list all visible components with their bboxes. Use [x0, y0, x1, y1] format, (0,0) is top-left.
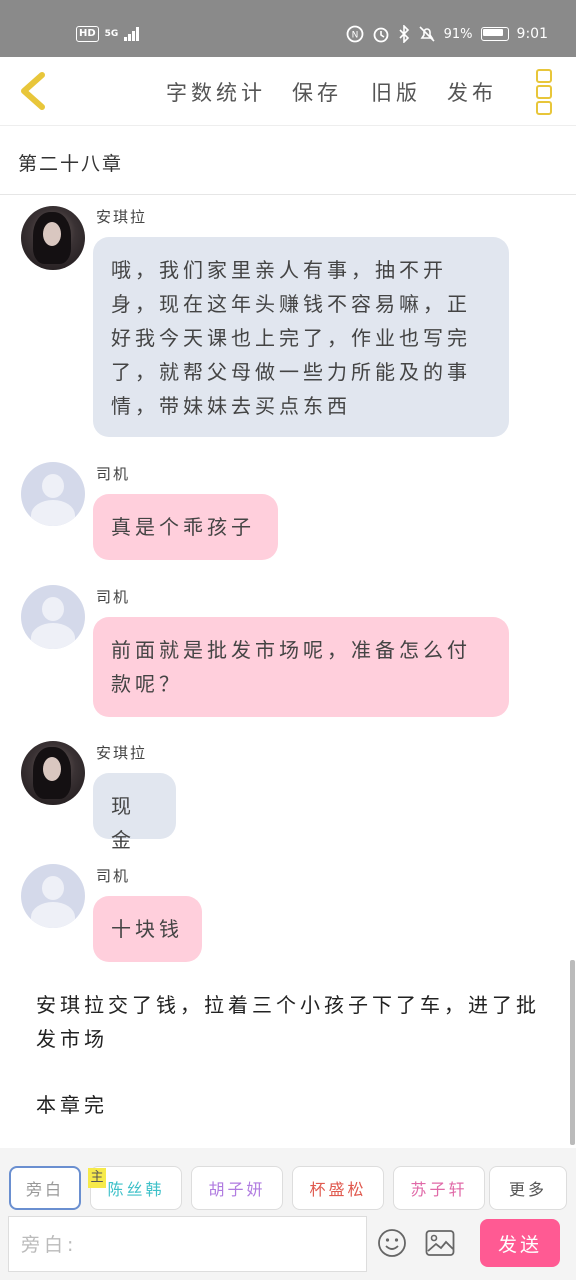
message-bubble[interactable]: 前面就是批发市场呢，准备怎么付款呢？: [93, 617, 509, 717]
emoji-icon[interactable]: [377, 1228, 407, 1258]
alarm-icon: [373, 27, 389, 43]
message-input-box[interactable]: [8, 1216, 380, 1273]
send-button[interactable]: 发送: [480, 1219, 560, 1267]
message-bubble[interactable]: 现金: [93, 773, 176, 852]
word-count-button[interactable]: 字数统计: [166, 77, 266, 107]
publish-button[interactable]: 发布: [447, 77, 497, 107]
save-button[interactable]: 保存: [292, 77, 342, 107]
mute-bell-icon: [419, 26, 435, 42]
character-chip-narrator[interactable]: 旁白: [9, 1166, 81, 1210]
network-indicator: 5G: [104, 29, 119, 39]
message-bubble[interactable]: 真是个乖孩子: [93, 494, 278, 560]
avatar[interactable]: [21, 864, 85, 928]
editor-toolbar: 字数统计 保存 旧版 发布: [0, 57, 576, 126]
narration-text[interactable]: 安琪拉交了钱，拉着三个小孩子下了车，进了批发市场: [36, 988, 556, 1056]
message-input[interactable]: [9, 1217, 380, 1273]
scrollbar[interactable]: [570, 960, 575, 1145]
nfc-icon: N: [346, 25, 364, 43]
hd-indicator: HD: [76, 26, 99, 42]
battery-icon: [480, 27, 509, 41]
more-characters-button[interactable]: 更多: [489, 1166, 567, 1210]
speaker-name: 司机: [96, 588, 131, 606]
avatar[interactable]: [21, 741, 85, 805]
speaker-name: 安琪拉: [96, 208, 148, 226]
avatar[interactable]: [21, 206, 85, 270]
battery-percent: 91%: [443, 26, 473, 42]
message-bubble[interactable]: 十块钱: [93, 896, 202, 962]
avatar[interactable]: [21, 462, 85, 526]
chapter-end-text[interactable]: 本章完: [36, 1088, 556, 1122]
back-arrow-icon[interactable]: [14, 69, 54, 113]
status-bar: HD 5G N 91% 9:01: [0, 0, 576, 57]
clock: 9:01: [516, 26, 548, 42]
main-character-badge: 主: [88, 1168, 106, 1188]
old-version-button[interactable]: 旧版: [371, 77, 421, 107]
speaker-name: 司机: [96, 867, 131, 885]
signal-icon: [124, 27, 140, 41]
chapter-header[interactable]: 第二十八章: [0, 126, 576, 195]
avatar[interactable]: [21, 585, 85, 649]
bluetooth-icon: [399, 25, 409, 43]
speaker-name: 安琪拉: [96, 744, 148, 762]
speaker-name: 司机: [96, 465, 131, 483]
chapter-title: 第二十八章: [18, 153, 124, 175]
character-chip-su-zixuan[interactable]: 苏子轩: [393, 1166, 485, 1210]
svg-text:N: N: [351, 31, 358, 41]
character-chip-hu-ziyan[interactable]: 胡子妍: [191, 1166, 283, 1210]
character-chip-bei-shengsong[interactable]: 杯盛松: [292, 1166, 384, 1210]
message-bubble[interactable]: 哦，我们家里亲人有事，抽不开身，现在这年头赚钱不容易嘛，正好我今天课也上完了，作…: [93, 237, 509, 437]
more-menu-icon[interactable]: [536, 69, 556, 115]
image-icon[interactable]: [425, 1229, 455, 1257]
